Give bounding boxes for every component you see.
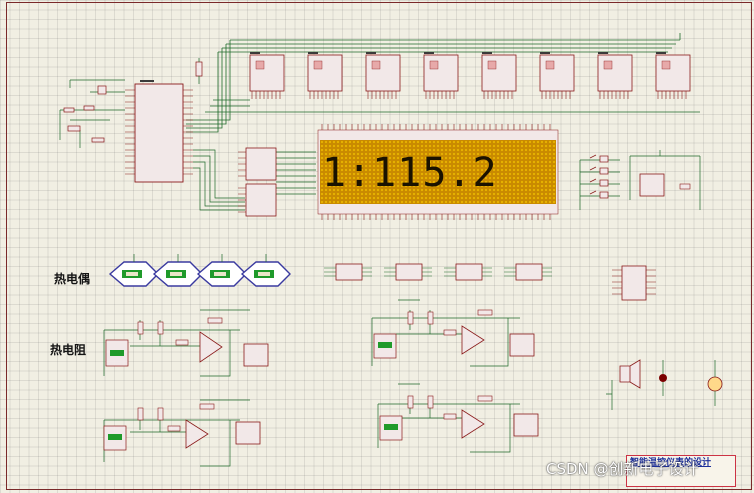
driver-chip[interactable] xyxy=(307,54,343,99)
component-texture xyxy=(140,52,666,82)
rtd-section-label: 热电阻 xyxy=(50,343,87,357)
resistor-bank xyxy=(137,317,223,432)
lcd-readout: 1:115.2 xyxy=(322,150,498,196)
rtd-sensor[interactable] xyxy=(103,425,127,451)
adc-chip[interactable] xyxy=(324,263,372,281)
driver-chip[interactable] xyxy=(423,54,459,99)
led-indicator[interactable] xyxy=(659,360,667,396)
microcontroller-chip[interactable] xyxy=(125,83,193,183)
rtc-chip[interactable] xyxy=(639,173,691,197)
op-amp[interactable] xyxy=(461,325,485,439)
crystal-reset-circuit xyxy=(59,79,125,148)
interface-chip[interactable] xyxy=(238,183,277,217)
rtd-sensor[interactable] xyxy=(379,415,403,441)
adc-chip-row xyxy=(324,263,552,281)
buzzer[interactable] xyxy=(606,359,641,410)
adc-chip[interactable] xyxy=(504,263,552,281)
driver-chip[interactable] xyxy=(249,54,285,99)
motor[interactable] xyxy=(707,360,723,406)
thermocouple-sensor[interactable] xyxy=(240,254,291,287)
driver-chip[interactable] xyxy=(539,54,575,99)
driver-chip[interactable] xyxy=(597,54,633,99)
watermark: CSDN @创新电子设计 xyxy=(546,460,699,478)
thermocouple-section-label: 热电偶 xyxy=(54,272,91,286)
rtd-sensor[interactable] xyxy=(373,333,397,359)
thermocouple-sensor[interactable] xyxy=(196,254,247,287)
driver-chip-row xyxy=(249,54,691,99)
thermocouple-sensor[interactable] xyxy=(152,254,203,287)
adc-chip[interactable] xyxy=(509,333,539,437)
adc-chip[interactable] xyxy=(444,263,492,281)
driver-chip[interactable] xyxy=(481,54,517,99)
driver-chip[interactable] xyxy=(655,54,691,99)
relay-driver-chip[interactable] xyxy=(612,265,656,301)
thermocouple-sensors xyxy=(108,254,291,287)
resistor[interactable] xyxy=(195,58,203,84)
op-amp[interactable] xyxy=(185,331,223,449)
adc-chip[interactable] xyxy=(235,343,269,445)
driver-chip[interactable] xyxy=(365,54,401,99)
resistor-bank xyxy=(407,309,493,420)
rtd-sensor[interactable] xyxy=(105,339,129,367)
thermocouple-sensor[interactable] xyxy=(108,254,159,287)
interface-chip[interactable] xyxy=(238,147,277,181)
schematic-canvas[interactable] xyxy=(0,0,754,493)
adc-chip[interactable] xyxy=(384,263,432,281)
